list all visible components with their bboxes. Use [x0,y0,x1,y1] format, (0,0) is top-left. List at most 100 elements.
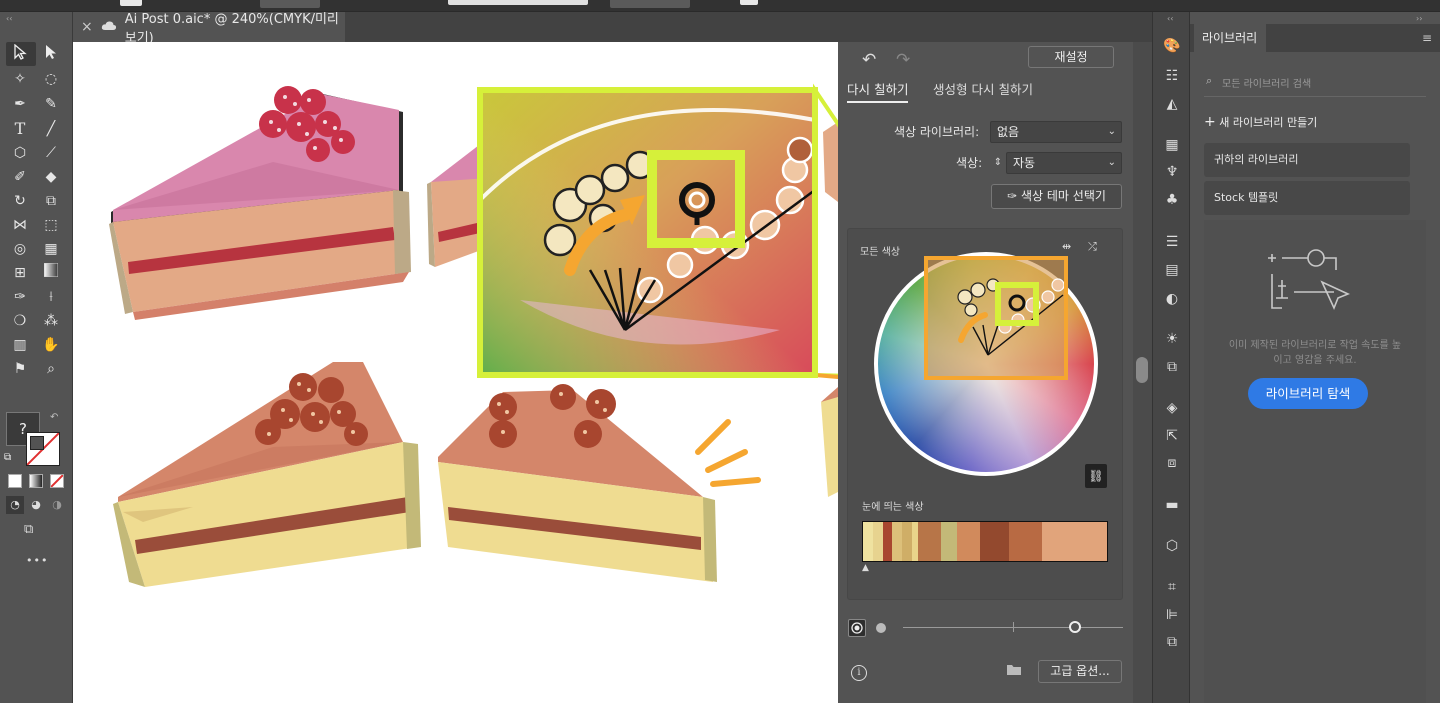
document-tab[interactable]: × Ai Post 0.aic* @ 240%(CMYK/미리 보기) [73,12,345,46]
stroke-weight-field[interactable] [260,0,320,8]
graphic-styles-icon[interactable]: ⧉ [1163,358,1181,376]
libraries-tab[interactable]: 라이브러리 [1194,24,1266,52]
panel-menu-icon[interactable]: ≡ [1422,31,1432,45]
3d-materials-icon[interactable]: ⬡ [1163,537,1181,555]
scale-tool-icon[interactable]: ⧉ [41,191,61,211]
prominent-color-swatch[interactable] [980,522,1010,561]
none-mode-icon[interactable] [50,474,64,488]
search-input[interactable]: 모든 라이브러리 검색 [1222,75,1311,90]
gradient-tool-icon[interactable] [41,262,61,283]
undo-icon[interactable]: ↶ [862,50,876,70]
scrollbar-thumb[interactable] [1136,357,1148,383]
swap-colors-icon[interactable]: ↶ [50,412,58,423]
width-tool-icon[interactable]: ⋈ [10,215,30,235]
style-field[interactable] [448,0,588,5]
info-icon[interactable]: i [851,665,867,681]
gradient-icon[interactable]: ▤ [1163,261,1181,279]
prominent-color-swatch[interactable] [941,522,958,561]
blend-tool-icon[interactable]: ❍ [10,311,30,331]
close-tab-icon[interactable]: × [81,19,93,35]
properties-icon[interactable]: ☷ [1163,67,1181,85]
tab-recolor[interactable]: 다시 칠하기 [847,79,909,103]
library-item-stock-templates[interactable]: Stock 템플릿 [1204,181,1410,215]
curvature-tool-icon[interactable]: ✎ [41,94,61,114]
layers-icon[interactable]: ◈ [1163,399,1181,417]
edit-toolbar-icon[interactable]: ••• [26,554,48,567]
selection-tool-icon[interactable] [10,43,30,64]
prominent-color-swatch[interactable] [1009,522,1042,561]
brightness-slider-handle[interactable] [1069,621,1081,633]
shape-builder-tool-icon[interactable]: ◎ [10,239,30,259]
mesh-tool-icon[interactable]: ⊞ [10,263,30,283]
prominent-color-swatch[interactable] [892,522,903,561]
colors-dropdown[interactable]: 자동 ⌄ [1006,152,1122,174]
prominent-color-swatch[interactable] [1041,522,1107,561]
graph-tool-icon[interactable]: ▥ [10,335,30,355]
hand-tool-icon[interactable]: ✋ [41,335,61,355]
color-library-dropdown[interactable]: 없음 ⌄ [990,121,1122,143]
line-tool-icon[interactable]: ╱ [41,119,61,139]
collapse-icon[interactable]: ›› [1416,14,1422,23]
fill-swatch[interactable] [120,0,142,6]
default-colors-icon[interactable]: ⧉ [4,452,11,463]
prominent-colors-bar[interactable] [862,521,1108,562]
magic-wand-tool-icon[interactable]: ✧ [10,69,30,89]
redo-icon[interactable]: ↷ [896,50,910,70]
prominent-color-swatch[interactable] [882,522,893,561]
fill-color-mode-icon[interactable] [8,474,22,488]
recolor-button[interactable] [740,0,758,5]
comments-icon[interactable]: ▬ [1163,496,1181,514]
gradient-mode-icon[interactable] [29,474,43,488]
opacity-field[interactable] [610,0,690,8]
draw-inside-icon[interactable]: ◑ [48,496,66,514]
symbol-sprayer-tool-icon[interactable]: ⁂ [41,311,61,331]
new-library-button[interactable]: + 새 라이브러리 만들기 [1204,114,1317,130]
prominent-color-swatch[interactable] [918,522,942,561]
align-icon[interactable]: ⊫ [1163,606,1181,624]
prominent-slider-handle[interactable]: ▲ [862,563,869,573]
prominent-color-swatch[interactable] [863,522,873,561]
reset-button[interactable]: 재설정 [1028,46,1114,68]
zoom-tool-icon[interactable]: ⌕ [41,359,61,379]
pen-tool-icon[interactable]: ✒ [10,94,30,114]
pathfinder-icon[interactable]: ⧉ [1163,633,1181,651]
prominent-color-swatch[interactable] [957,522,981,561]
perspective-grid-tool-icon[interactable]: ▦ [41,239,61,259]
artboard-tool-icon[interactable]: ⚑ [10,359,30,379]
artboard-canvas[interactable] [73,42,838,703]
free-transform-tool-icon[interactable]: ⬚ [41,215,61,235]
library-item-your-library[interactable]: 귀하의 라이브러리 [1204,143,1410,177]
color-guide-icon[interactable]: ◭ [1163,95,1181,113]
wheel-handles[interactable] [923,255,1073,385]
lasso-tool-icon[interactable]: ◌ [41,69,61,89]
swatches-icon[interactable]: ▦ [1163,136,1181,154]
shaper-tool-icon[interactable]: ✐ [10,167,30,187]
eyedropper-tool-icon[interactable]: ✑ [10,287,30,307]
panel-scrollbar[interactable] [1133,42,1152,703]
explore-libraries-button[interactable]: 라이브러리 탐색 [1248,378,1368,409]
prominent-color-swatch[interactable] [902,522,912,561]
type-tool-icon[interactable]: T [10,119,30,139]
brushes-icon[interactable]: ♆ [1163,163,1181,181]
eraser-tool-icon[interactable]: ◆ [41,167,61,187]
link-harmony-icon[interactable]: ⇹ [1062,240,1071,253]
paintbrush-tool-icon[interactable]: ⟋ [41,143,61,163]
link-icon[interactable]: ⛓ [1085,464,1107,488]
display-mode-smooth-icon[interactable] [848,619,866,637]
transform-icon[interactable]: ⌗ [1163,578,1181,596]
color-theme-picker-button[interactable]: ✑ 색상 테마 선택기 [991,184,1122,209]
draw-normal-icon[interactable]: ◔ [6,496,24,514]
color-palette-icon[interactable]: 🎨 [1163,37,1181,55]
rotate-tool-icon[interactable]: ↻ [10,191,30,211]
shape-tool-icon[interactable]: ⬡ [10,143,30,163]
collapse-icon[interactable]: ‹‹ [1167,14,1173,23]
folder-icon[interactable] [1006,663,1022,680]
appearance-icon[interactable]: ☀ [1163,330,1181,348]
direct-selection-tool-icon[interactable] [41,44,61,64]
collapse-icon[interactable]: ‹‹ [6,14,12,23]
screen-mode-icon[interactable]: ⧉ [24,522,33,537]
prominent-color-swatch[interactable] [872,522,883,561]
randomize-icon[interactable]: ⤮ [1088,240,1097,254]
colors-stepper-icon[interactable]: ⇕ [990,152,1006,174]
library-search[interactable]: ⌕ 모든 라이브러리 검색 [1204,70,1426,97]
